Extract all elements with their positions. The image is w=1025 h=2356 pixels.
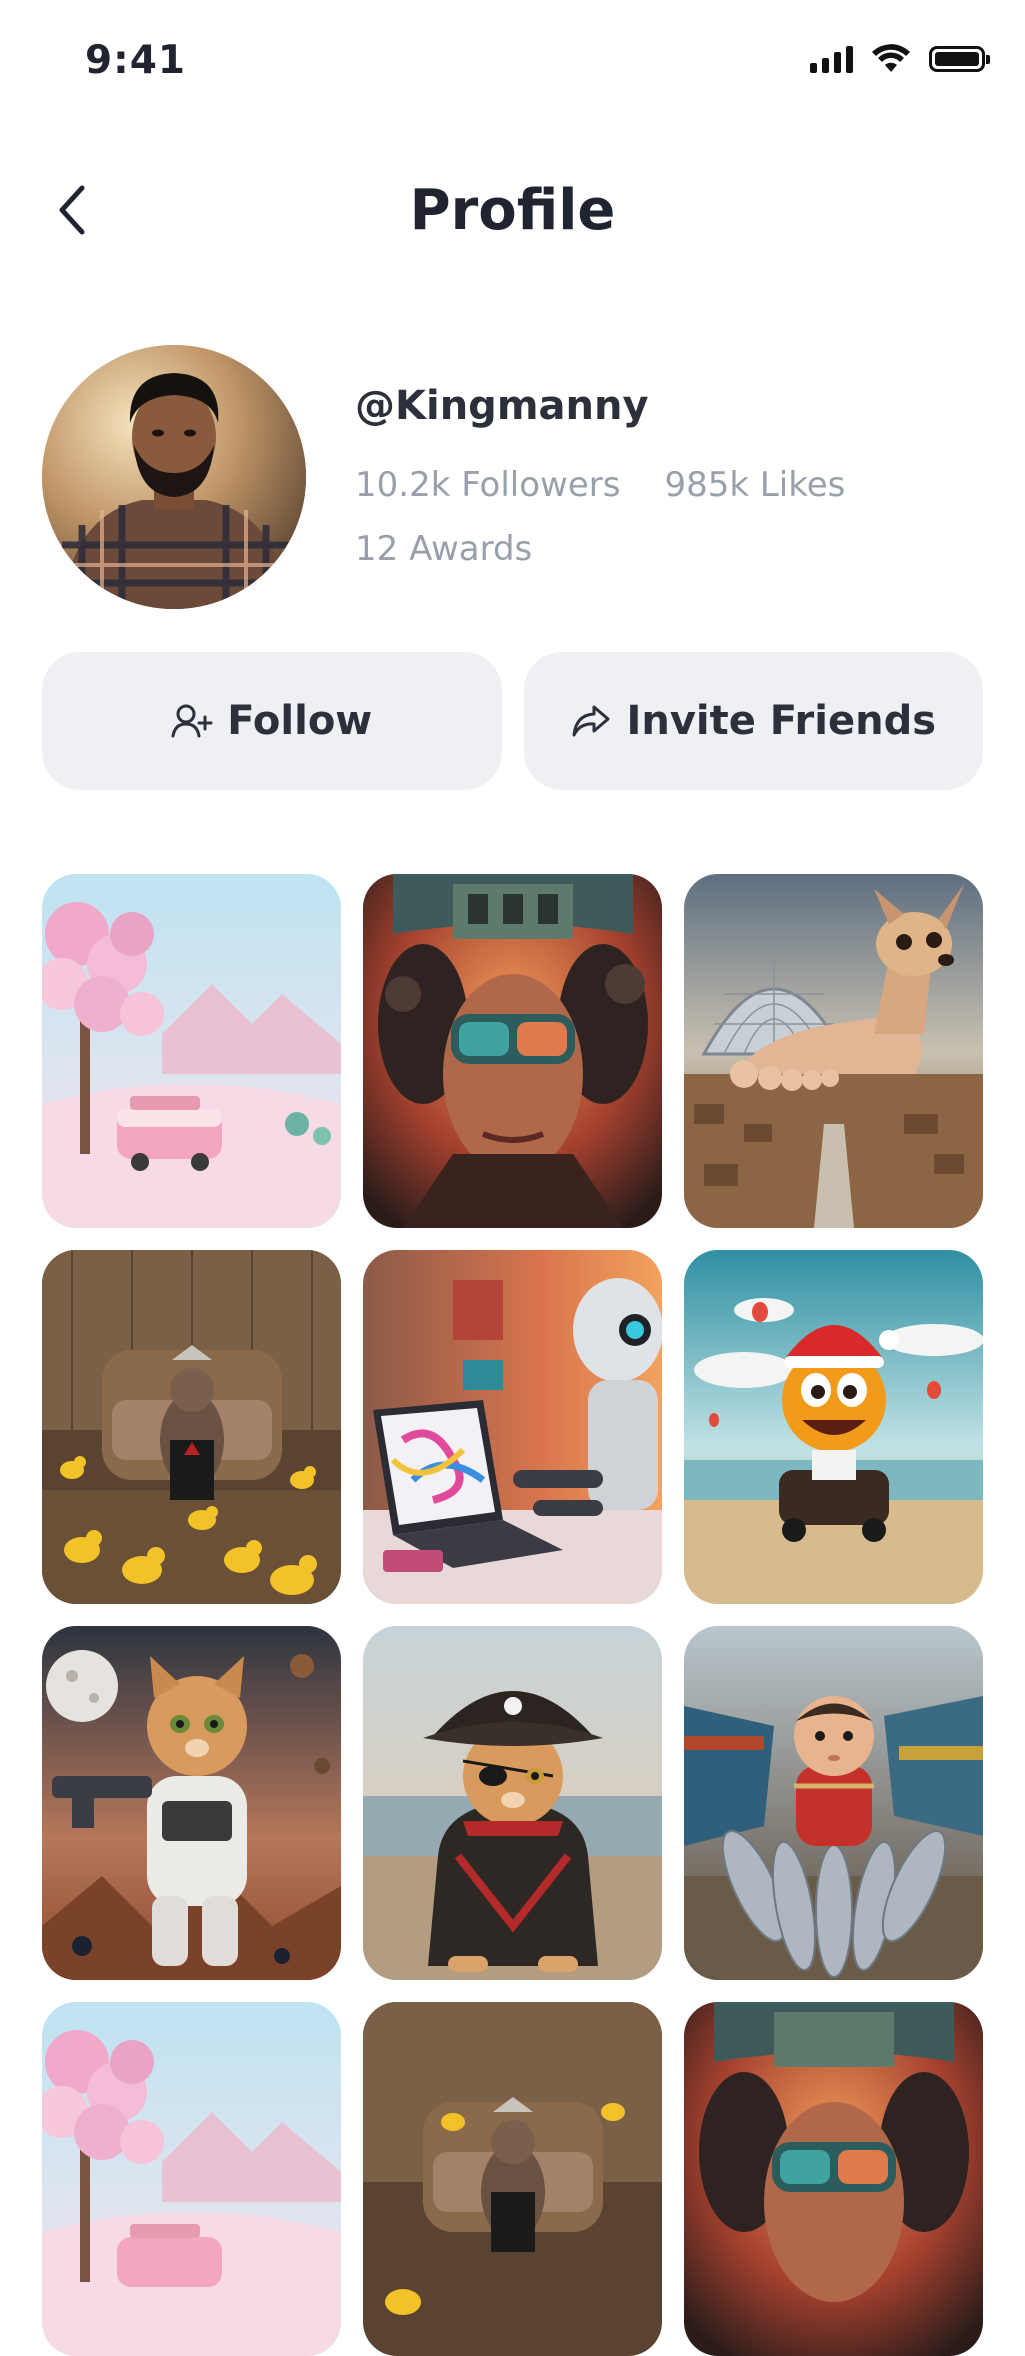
media-tile[interactable] <box>42 1626 341 1980</box>
status-bar: 9:41 <box>0 0 1025 120</box>
robot-laptop-image <box>363 1250 662 1604</box>
media-tile[interactable] <box>363 2002 662 2356</box>
media-tile[interactable] <box>363 1626 662 1980</box>
awards-count: 12 Awards <box>355 529 533 569</box>
media-tile[interactable] <box>363 874 662 1228</box>
media-grid <box>42 874 983 2356</box>
squirrel-ducks-image <box>42 1250 341 1604</box>
vr-woman-image <box>363 874 662 1228</box>
smiley-car-image <box>684 1250 983 1604</box>
follow-button[interactable]: Follow <box>42 652 502 790</box>
followers-count[interactable]: 10.2k Followers <box>355 465 620 505</box>
invite-friends-label: Invite Friends <box>626 698 937 744</box>
baby-fish-image <box>684 1626 983 1980</box>
header: Profile <box>0 160 1025 260</box>
chihuahua-foot-image <box>684 874 983 1228</box>
likes-count: 985k Likes <box>664 465 846 505</box>
battery-icon <box>929 46 990 72</box>
signal-icon <box>810 45 853 73</box>
username: @Kingmanny <box>355 383 649 429</box>
profile-section: @Kingmanny 10.2k Followers 985k Likes 12… <box>42 345 982 615</box>
follow-button-label: Follow <box>227 698 373 744</box>
media-tile[interactable] <box>684 1250 983 1604</box>
status-time: 9:41 <box>85 38 187 83</box>
stats-row: 10.2k Followers 985k Likes <box>355 465 845 505</box>
pink-van-image <box>42 2002 341 2356</box>
media-tile[interactable] <box>684 874 983 1228</box>
media-tile[interactable] <box>42 2002 341 2356</box>
media-tile[interactable] <box>42 874 341 1228</box>
status-icons <box>810 44 990 74</box>
pirate-cat-image <box>363 1626 662 1980</box>
avatar-image <box>42 345 306 609</box>
avatar <box>42 345 306 609</box>
share-arrow-icon <box>572 705 610 737</box>
page-title: Profile <box>409 178 616 243</box>
media-tile[interactable] <box>42 1250 341 1604</box>
media-tile[interactable] <box>684 2002 983 2356</box>
profile-actions: Follow Invite Friends <box>42 652 983 790</box>
vr-woman-image <box>684 2002 983 2356</box>
media-tile[interactable] <box>363 1250 662 1604</box>
cat-astronaut-image <box>42 1626 341 1980</box>
media-tile[interactable] <box>684 1626 983 1980</box>
squirrel-ducks-image <box>363 2002 662 2356</box>
invite-friends-button[interactable]: Invite Friends <box>523 652 983 790</box>
wifi-icon <box>872 44 910 72</box>
user-plus-icon <box>171 704 213 738</box>
pink-van-image <box>42 874 341 1228</box>
